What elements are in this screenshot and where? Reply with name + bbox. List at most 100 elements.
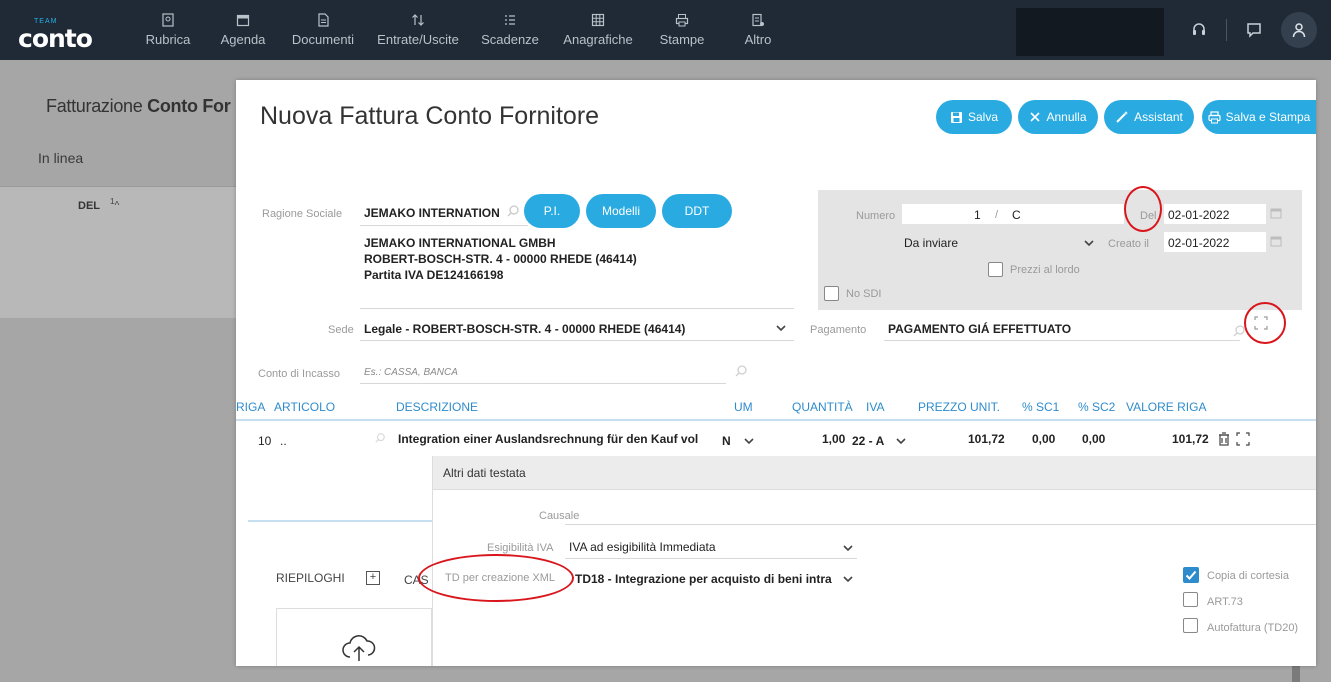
art73-checkbox[interactable] <box>1183 592 1198 607</box>
table-header-divider <box>236 419 1316 421</box>
search-icon[interactable] <box>506 204 520 218</box>
col-riga[interactable]: RIGA <box>236 400 265 414</box>
no-sdi-label: No SDI <box>846 288 882 300</box>
add-icon[interactable]: + <box>366 571 380 585</box>
chevron-down-icon <box>896 438 906 445</box>
upload-dropzone[interactable] <box>276 608 432 666</box>
col-prezzo[interactable]: PREZZO UNIT. <box>918 400 1000 414</box>
top-navigation-bar: TEAM conto Rubrica Agenda Documenti Entr… <box>0 0 1331 60</box>
col-um[interactable]: UM <box>734 400 753 414</box>
nav-item-entrate-uscite[interactable]: Entrate/Uscite <box>366 0 470 60</box>
ddt-button[interactable]: DDT <box>662 194 732 228</box>
series-field[interactable] <box>1006 204 1124 224</box>
nav-item-anagrafiche[interactable]: Anagrafiche <box>550 0 646 60</box>
autofattura-checkbox[interactable] <box>1183 618 1198 633</box>
cell-sc2[interactable]: 0,00 <box>1082 432 1105 446</box>
cell-iva[interactable]: 22 - A <box>852 434 884 448</box>
nav-item-stampe[interactable]: Stampe <box>646 0 718 60</box>
sort-indicator[interactable]: 1^ <box>110 196 119 211</box>
cell-um[interactable]: N <box>722 434 731 448</box>
col-quantita[interactable]: QUANTITÀ <box>792 400 853 414</box>
no-sdi-checkbox[interactable] <box>824 286 839 301</box>
calendar-icon[interactable] <box>1270 207 1282 219</box>
printer-icon <box>1208 110 1221 123</box>
cell-valore[interactable]: 101,72 <box>1172 432 1209 446</box>
pi-label: P.I. <box>543 204 561 218</box>
sede-select[interactable]: Legale - ROBERT-BOSCH-STR. 4 - 00000 RHE… <box>364 322 685 336</box>
esigibilita-select[interactable]: IVA ad esigibilità Immediata <box>569 540 716 554</box>
cell-riga[interactable]: 10 <box>258 434 271 448</box>
cancel-button[interactable]: Annulla <box>1018 100 1098 134</box>
col-sc1[interactable]: % SC1 <box>1022 400 1059 414</box>
grid-icon <box>591 13 605 27</box>
chevron-down-icon <box>776 325 786 332</box>
supplier-underline <box>360 225 528 226</box>
td-xml-select[interactable]: TD18 - Integrazione per acquisto di beni… <box>575 572 843 586</box>
page-title-prefix: Fatturazione <box>46 96 148 116</box>
supplier-vat: Partita IVA DE124166198 <box>364 268 504 282</box>
cell-descrizione[interactable]: Integration einer Auslandsrechnung für d… <box>398 432 698 446</box>
checkmark-icon <box>1185 570 1197 580</box>
delete-row-icon[interactable] <box>1218 432 1230 446</box>
top-right-tools <box>1188 0 1331 60</box>
save-and-print-button[interactable]: Salva e Stampa <box>1202 100 1316 134</box>
app-logo[interactable]: TEAM conto <box>18 18 118 53</box>
nav-item-documenti[interactable]: Documenti <box>280 0 366 60</box>
chat-icon[interactable] <box>1243 19 1265 41</box>
document-icon <box>318 13 329 27</box>
assistant-button[interactable]: Assistant <box>1104 100 1194 134</box>
payment-input[interactable]: PAGAMENTO GIÁ EFFETTUATO <box>888 322 1071 336</box>
column-header-del[interactable]: DEL <box>78 200 100 212</box>
col-descrizione[interactable]: DESCRIZIONE <box>396 400 478 414</box>
page-title: Fatturazione Conto For <box>46 96 231 117</box>
calendar-icon <box>236 14 250 27</box>
cancel-label: Annulla <box>1046 110 1087 124</box>
search-icon[interactable] <box>374 432 386 444</box>
assistant-label: Assistant <box>1134 110 1183 124</box>
income-account-input[interactable]: Es.: CASSA, BANCA <box>364 367 458 378</box>
esigibilita-underline <box>565 558 857 559</box>
floppy-icon <box>950 111 962 123</box>
calendar-icon[interactable] <box>1270 235 1282 247</box>
supplier-input[interactable]: JEMAKO INTERNATION <box>364 206 500 220</box>
col-sc2[interactable]: % SC2 <box>1078 400 1115 414</box>
date-value: 02-01-2022 <box>1168 208 1230 222</box>
nav-item-agenda[interactable]: Agenda <box>206 0 280 60</box>
list-icon <box>505 15 515 25</box>
search-icon[interactable] <box>734 364 748 378</box>
cloud-upload-icon <box>342 635 376 661</box>
nav-label: Scadenze <box>481 32 539 47</box>
nav-label: Entrate/Uscite <box>377 32 459 47</box>
col-iva[interactable]: IVA <box>866 400 884 414</box>
toolbar-divider <box>1226 19 1227 41</box>
tab-riepiloghi[interactable]: RIEPILOGHI <box>276 571 345 585</box>
number-field[interactable] <box>902 204 1006 224</box>
nav-label: Documenti <box>291 32 355 47</box>
cell-sc1[interactable]: 0,00 <box>1032 432 1055 446</box>
esigibilita-label: Esigibilità IVA <box>487 542 554 554</box>
cell-quantita[interactable]: 1,00 <box>822 432 845 446</box>
cell-articolo[interactable]: .. <box>280 434 287 448</box>
expand-icon[interactable] <box>1236 432 1250 446</box>
col-articolo[interactable]: ARTICOLO <box>274 400 335 414</box>
causale-input[interactable] <box>565 524 1316 525</box>
cell-prezzo[interactable]: 101,72 <box>968 432 1005 446</box>
support-icon[interactable] <box>1188 19 1210 41</box>
nav-item-altro[interactable]: Altro <box>718 0 798 60</box>
magic-wand-icon <box>1116 111 1129 123</box>
gross-prices-checkbox[interactable] <box>988 262 1003 277</box>
save-button[interactable]: Salva <box>936 100 1012 134</box>
nav-item-rubrica[interactable]: Rubrica <box>130 0 206 60</box>
user-avatar-button[interactable] <box>1281 12 1317 48</box>
annotation-circle-expand <box>1244 302 1286 344</box>
series-separator: / <box>995 209 999 221</box>
payment-underline <box>884 340 1240 341</box>
close-icon <box>1030 112 1041 122</box>
copia-cortesia-checkbox[interactable] <box>1183 567 1199 583</box>
col-valore[interactable]: VALORE RIGA <box>1126 400 1206 414</box>
nav-item-scadenze[interactable]: Scadenze <box>470 0 550 60</box>
models-button[interactable]: Modelli <box>586 194 656 228</box>
inline-status: In linea <box>38 150 84 166</box>
more-icon <box>752 13 764 27</box>
pi-button[interactable]: P.I. <box>524 194 580 228</box>
